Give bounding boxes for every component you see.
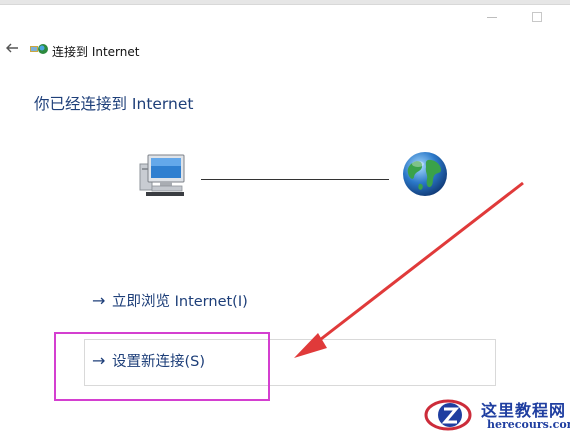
highlight-box — [54, 332, 270, 401]
globe-icon — [403, 152, 447, 196]
arrow-right-icon: → — [92, 291, 106, 310]
watermark-logo — [424, 399, 472, 431]
minimize-button[interactable] — [487, 12, 497, 22]
status-heading: 你已经连接到 Internet — [34, 95, 194, 113]
maximize-button[interactable] — [532, 12, 542, 22]
watermark-url: herecours.com — [487, 418, 570, 431]
connection-line — [201, 179, 389, 180]
computer-icon — [139, 154, 185, 196]
browse-internet-label: 立即浏览 Internet(I) — [112, 294, 248, 310]
window-top-border — [0, 0, 570, 5]
browse-internet-link[interactable]: → 立即浏览 Internet(I) — [92, 290, 248, 311]
network-connection-icon — [30, 44, 48, 54]
back-arrow-icon — [6, 43, 18, 53]
back-button[interactable] — [4, 40, 20, 56]
window-title: 连接到 Internet — [52, 45, 140, 59]
